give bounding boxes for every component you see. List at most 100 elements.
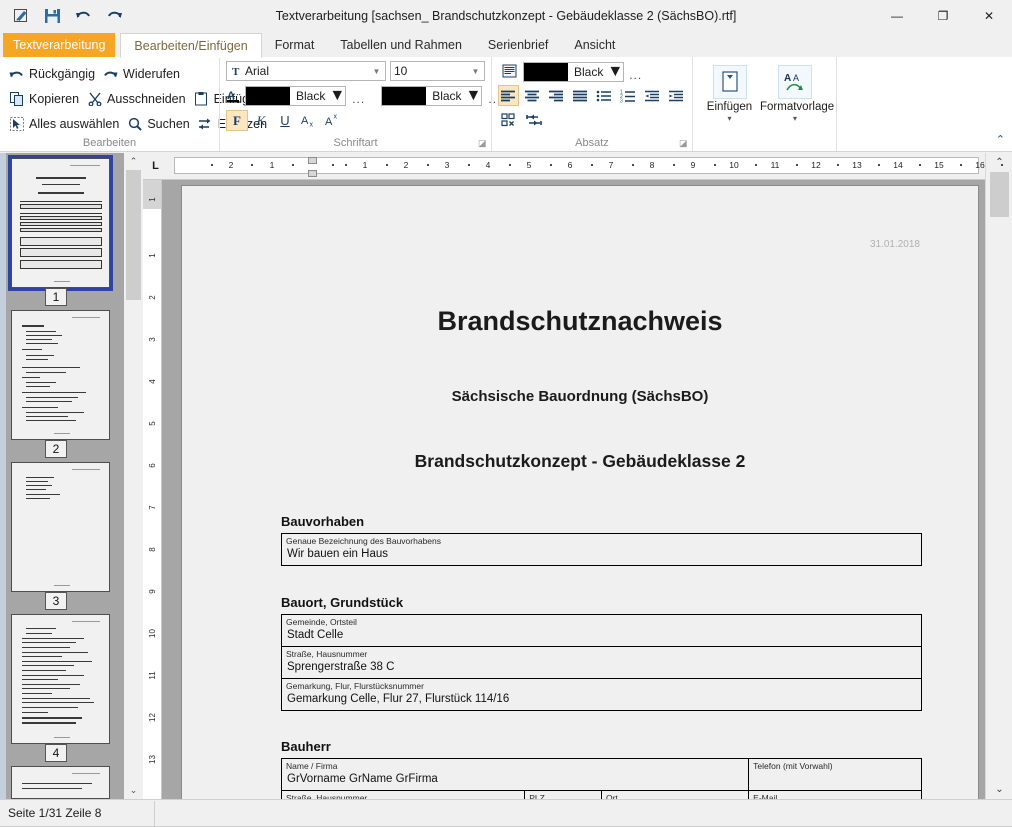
font-color-more-button[interactable]: ... — [350, 92, 367, 106]
table-row[interactable]: Genaue Bezeichnung des Bauvorhabens Wir … — [282, 534, 922, 566]
table-row[interactable]: Name / Firma GrVorname GrName GrFirma Te… — [282, 759, 922, 791]
chevron-down-icon[interactable]: ▼ — [329, 87, 345, 105]
table-cell[interactable]: Gemarkung, Flur, Flurstücksnummer Gemark… — [282, 679, 922, 711]
bullet-list-button[interactable] — [594, 85, 615, 106]
pen-icon[interactable] — [11, 6, 31, 26]
table-row[interactable]: Gemeinde, Ortsteil Stadt Celle — [282, 615, 922, 647]
tab-textverarbeitung[interactable]: Textverarbeitung — [3, 33, 115, 58]
ribbon-tab-bar: Textverarbeitung Bearbeiten/Einfügen For… — [0, 31, 1012, 58]
scroll-down-button[interactable]: ⌄ — [986, 780, 1012, 799]
document-page[interactable]: 31.01.2018 Brandschutznachweis Sächsisch… — [181, 185, 979, 799]
copy-button[interactable]: Kopieren — [6, 87, 84, 110]
thumbnail-page-5[interactable] — [11, 766, 110, 799]
table-cell[interactable]: Telefon (mit Vorwahl) — [749, 759, 922, 791]
document-scrollbar[interactable]: ⌃ ⌄ — [985, 153, 1012, 799]
select-all-button[interactable]: Alles auswählen — [6, 112, 124, 135]
search-label: Suchen — [147, 117, 189, 131]
styles-button[interactable]: AA Formatvorlage ▾ — [760, 61, 830, 151]
undo-button[interactable]: Rückgängig — [6, 62, 100, 85]
tab-format[interactable]: Format — [262, 33, 328, 58]
left-indent-marker[interactable] — [308, 170, 317, 177]
form-table-bauort[interactable]: Gemeinde, Ortsteil Stadt Celle Straße, H… — [281, 614, 922, 711]
underline-button[interactable]: U — [274, 110, 296, 131]
table-cell[interactable]: Straße, Hausnummer Sprengerstraße 38 C — [282, 647, 922, 679]
table-cell[interactable]: Ort GrOrt — [601, 791, 748, 800]
superscript-button[interactable]: Ax — [322, 110, 344, 131]
form-table-bauherr[interactable]: Name / Firma GrVorname GrName GrFirma Te… — [281, 758, 922, 799]
italic-button[interactable]: K — [250, 110, 272, 131]
thumbnail-scrollbar[interactable]: ⌃ ⌄ — [124, 153, 143, 799]
numbered-list-button[interactable]: 123 — [617, 85, 638, 106]
scroll-thumb[interactable] — [990, 172, 1009, 217]
font-name-combo[interactable]: T Arial ▼ — [226, 61, 386, 81]
table-row[interactable]: Straße, Hausnummer GrStraße GrNr PLZ GrP… — [282, 791, 922, 800]
tab-stop-selector[interactable]: L — [146, 156, 165, 175]
shading-color-more-button[interactable]: ... — [627, 68, 644, 82]
save-icon[interactable] — [42, 6, 62, 26]
align-left-button[interactable] — [498, 85, 519, 106]
thumbnail-page-3[interactable] — [11, 462, 110, 592]
tab-tabellen-und-rahmen[interactable]: Tabellen und Rahmen — [327, 33, 475, 58]
horizontal-ruler[interactable]: 2 1 1 2 3 4 5 6 7 8 9 10 11 12 13 14 15 … — [174, 157, 979, 174]
scroll-up-button[interactable]: ⌃ — [986, 153, 1012, 172]
redo-label: Widerufen — [123, 67, 180, 81]
thumbnail-scroll-down-button[interactable]: ⌄ — [124, 782, 143, 799]
insert-button[interactable]: Einfügen ▾ — [699, 61, 760, 151]
close-button[interactable]: ✕ — [966, 0, 1012, 31]
shading-color-button[interactable]: Black ▼ — [523, 62, 624, 82]
minimize-button[interactable]: — — [874, 0, 920, 31]
form-table-bauvorhaben[interactable]: Genaue Bezeichnung des Bauvorhabens Wir … — [281, 533, 922, 566]
search-button[interactable]: Suchen — [124, 112, 194, 135]
table-cell[interactable]: Genaue Bezeichnung des Bauvorhabens Wir … — [282, 534, 922, 566]
absatz-dialog-launcher[interactable]: ◪ — [679, 138, 689, 148]
chevron-down-icon[interactable]: ▾ — [760, 114, 830, 123]
table-cell[interactable]: PLZ GrPLZ — [525, 791, 602, 800]
clear-formatting-button[interactable] — [498, 109, 520, 130]
table-cell[interactable]: E-Mail — [749, 791, 922, 800]
align-center-button[interactable] — [522, 85, 543, 106]
thumbnail-page-2[interactable] — [11, 310, 110, 440]
font-color-a-icon[interactable]: A — [226, 85, 241, 106]
thumbnail-scroll-up-button[interactable]: ⌃ — [124, 153, 143, 170]
table-row[interactable]: Gemarkung, Flur, Flurstücksnummer Gemark… — [282, 679, 922, 711]
increase-indent-button[interactable] — [665, 85, 686, 106]
thumbnail-scroll-thumb[interactable] — [126, 170, 141, 300]
cut-button[interactable]: Ausschneiden — [84, 87, 191, 110]
chevron-down-icon[interactable]: ▼ — [607, 63, 623, 81]
vertical-ruler[interactable]: 2 1 1 2 3 4 5 6 7 8 9 10 11 12 13 — [143, 153, 162, 799]
table-cell[interactable]: Straße, Hausnummer GrStraße GrNr — [282, 791, 525, 800]
tab-bearbeiten-einfuegen[interactable]: Bearbeiten/Einfügen — [120, 33, 261, 58]
thumbnail-page-4[interactable] — [11, 614, 110, 744]
align-right-button[interactable] — [546, 85, 567, 106]
redo-icon[interactable] — [104, 6, 124, 26]
highlight-color-button[interactable]: Black ▼ — [381, 86, 482, 106]
tab-serienbrief[interactable]: Serienbrief — [475, 33, 561, 58]
collapse-ribbon-button[interactable]: ⌃ — [996, 133, 1005, 146]
first-line-indent-marker[interactable] — [308, 157, 317, 164]
document-heading-3: Brandschutzkonzept - Gebäudeklasse 2 — [182, 451, 978, 472]
hruler-tick: 13 — [852, 160, 861, 171]
chevron-down-icon[interactable]: ▾ — [699, 114, 760, 123]
thumbnail-pane[interactable]: 1 — [0, 153, 124, 799]
align-justify-button[interactable] — [570, 85, 591, 106]
tab-stops-button[interactable] — [523, 109, 545, 130]
bold-button[interactable]: F — [226, 110, 248, 131]
table-row[interactable]: Straße, Hausnummer Sprengerstraße 38 C — [282, 647, 922, 679]
vruler-tick: 12 — [148, 708, 157, 727]
chevron-down-icon[interactable]: ▼ — [466, 87, 482, 105]
thumbnail-page-1[interactable] — [11, 158, 110, 288]
undo-icon[interactable] — [73, 6, 93, 26]
maximize-button[interactable]: ❐ — [920, 0, 966, 31]
font-size-combo[interactable]: 10 ▼ — [390, 61, 485, 81]
subscript-button[interactable]: Ax — [298, 110, 320, 131]
paragraph-shading-icon[interactable] — [498, 61, 520, 82]
redo-button[interactable]: Widerufen — [100, 62, 185, 85]
tab-ansicht[interactable]: Ansicht — [561, 33, 628, 58]
table-cell[interactable]: Gemeinde, Ortsteil Stadt Celle — [282, 615, 922, 647]
document-canvas[interactable]: 31.01.2018 Brandschutznachweis Sächsisch… — [162, 153, 985, 799]
font-color-button[interactable]: Black ▼ — [245, 86, 346, 106]
decrease-indent-button[interactable] — [641, 85, 662, 106]
table-cell[interactable]: Name / Firma GrVorname GrName GrFirma — [282, 759, 749, 791]
select-all-label: Alles auswählen — [29, 117, 119, 131]
schriftart-dialog-launcher[interactable]: ◪ — [478, 138, 488, 148]
